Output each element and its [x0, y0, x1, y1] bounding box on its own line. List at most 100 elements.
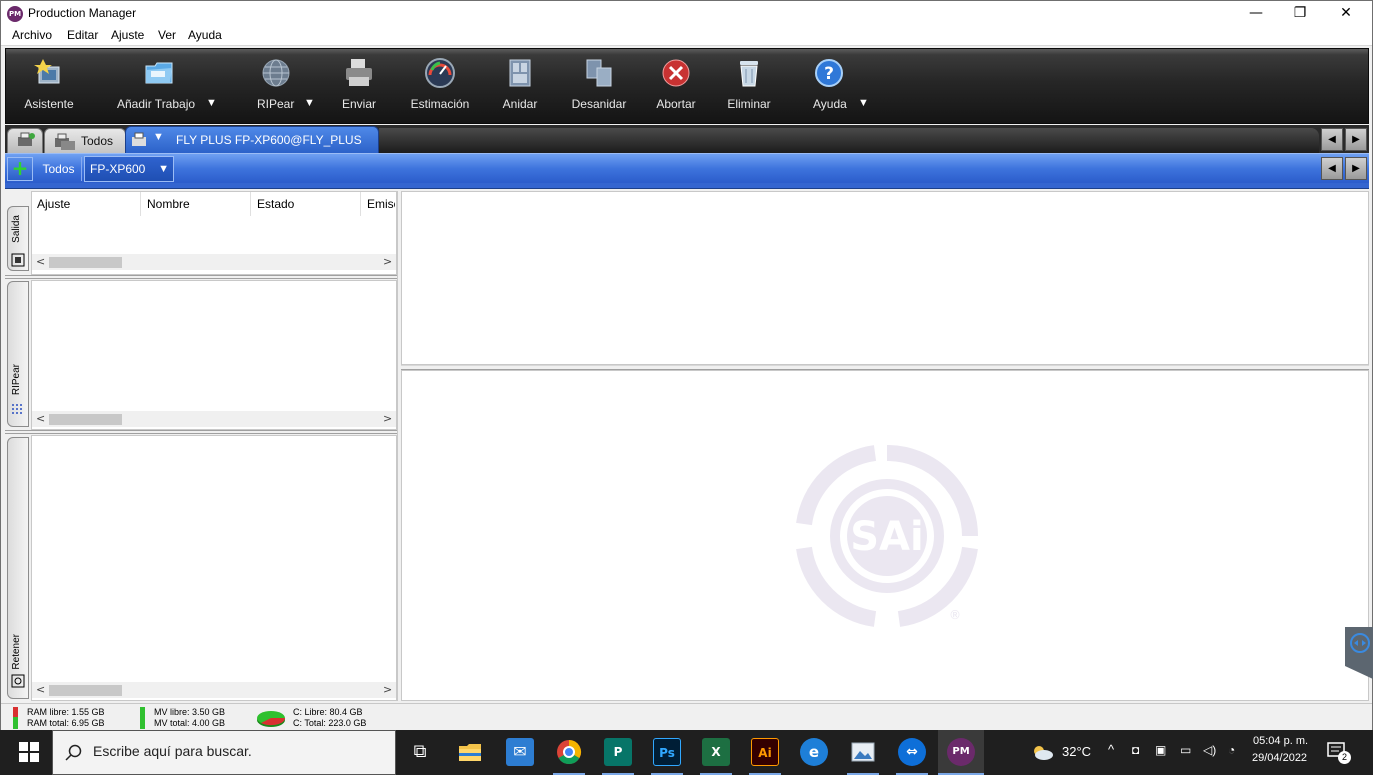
- ram-total-text: RAM total: 6.95 GB: [27, 718, 105, 728]
- search-icon: [65, 744, 82, 761]
- eliminar-button[interactable]: Eliminar: [718, 55, 780, 119]
- output-icon: [11, 253, 25, 267]
- teamviewer-icon[interactable]: ⇔: [898, 738, 926, 766]
- rip-dots-icon: [12, 404, 22, 414]
- folder-add-icon: [143, 57, 175, 89]
- windows-start-icon[interactable]: [19, 742, 39, 762]
- anadir-trabajo-button[interactable]: Añadir Trabajo ▼: [111, 55, 217, 119]
- side-tab-ripear[interactable]: RIPear: [7, 281, 29, 427]
- chrome-icon[interactable]: [555, 738, 583, 766]
- scrollbar-thumb[interactable]: [49, 257, 122, 268]
- scrollbar-thumb[interactable]: [49, 414, 122, 425]
- scroll-right-arrow[interactable]: >: [383, 412, 392, 425]
- chevron-down-icon[interactable]: ▼: [206, 97, 217, 109]
- column-ajuste[interactable]: Ajuste: [37, 197, 70, 211]
- column-estado[interactable]: Estado: [257, 197, 294, 211]
- pane-splitter[interactable]: [5, 430, 397, 434]
- printer-icon: [132, 132, 146, 146]
- taskbar-search-box[interactable]: Escribe aquí para buscar.: [52, 730, 396, 775]
- mv-usage-bar: [140, 707, 145, 729]
- menu-bar: Archivo Editar Ajuste Ver Ayuda: [1, 27, 1372, 46]
- anidar-button[interactable]: Anidar: [496, 55, 544, 119]
- edge-icon[interactable]: e: [800, 738, 828, 766]
- ripear-horizontal-scrollbar[interactable]: < >: [32, 411, 396, 427]
- tray-clock-time[interactable]: 05:04 p. m.: [1253, 735, 1308, 747]
- tray-wifi-icon[interactable]: ◔: [1228, 743, 1235, 757]
- app-icon: PM: [7, 6, 23, 22]
- publisher-icon[interactable]: P: [604, 738, 632, 766]
- ram-libre-text: RAM libre: 1.55 GB: [27, 707, 105, 717]
- file-explorer-icon[interactable]: [456, 738, 484, 766]
- tab-scroll-left-button[interactable]: ◀: [1321, 128, 1343, 151]
- filter-todos[interactable]: Todos: [36, 157, 82, 181]
- scroll-right-arrow[interactable]: >: [383, 255, 392, 268]
- filter-scroll-left-button[interactable]: ◀: [1321, 157, 1343, 180]
- pane-splitter[interactable]: [5, 275, 397, 279]
- tab-todos[interactable]: Todos: [44, 128, 126, 153]
- column-emision[interactable]: Emisc: [367, 197, 395, 211]
- tray-battery-icon[interactable]: ▭: [1180, 743, 1191, 757]
- menu-ver[interactable]: Ver: [158, 28, 176, 42]
- nest-icon: [504, 57, 536, 89]
- chevron-down-icon[interactable]: ▼: [153, 131, 164, 143]
- scroll-left-arrow[interactable]: <: [36, 255, 45, 268]
- task-view-icon[interactable]: ⧉: [406, 738, 434, 766]
- estimacion-button[interactable]: Estimación: [404, 55, 476, 119]
- chevron-down-icon: ▼: [158, 163, 169, 175]
- ayuda-button[interactable]: ? Ayuda ▼: [806, 55, 876, 119]
- side-tab-retener[interactable]: Retener: [7, 437, 29, 699]
- salida-pane: Ajuste Nombre Estado Emisc < >: [31, 191, 397, 275]
- desanidar-button[interactable]: Desanidar: [566, 55, 632, 119]
- photoshop-icon[interactable]: Ps: [653, 738, 681, 766]
- column-nombre[interactable]: Nombre: [147, 197, 190, 211]
- tray-network-icon[interactable]: ▣: [1155, 743, 1166, 757]
- status-bar: RAM libre: 1.55 GB RAM total: 6.95 GB MV…: [1, 703, 1372, 730]
- scroll-right-arrow[interactable]: >: [383, 683, 392, 696]
- filter-fp-xp600-dropdown[interactable]: FP-XP600 ▼: [84, 156, 174, 182]
- printer-settings-tab[interactable]: [7, 128, 43, 153]
- weather-cloud-icon[interactable]: [1030, 743, 1054, 761]
- tray-clock-date[interactable]: 29/04/2022: [1252, 752, 1307, 764]
- filter-scroll-right-button[interactable]: ▶: [1345, 157, 1367, 180]
- notification-center-button[interactable]: 2: [1327, 741, 1351, 764]
- photos-icon[interactable]: [849, 738, 877, 766]
- abortar-button[interactable]: Abortar: [650, 55, 702, 119]
- tab-fly-plus-printer[interactable]: ▼ FLY PLUS FP-XP600@FLY_PLUS: [125, 126, 379, 153]
- menu-ajuste[interactable]: Ajuste: [111, 28, 144, 42]
- scrollbar-thumb[interactable]: [49, 685, 122, 696]
- scroll-left-arrow[interactable]: <: [36, 412, 45, 425]
- production-manager-icon[interactable]: PM: [947, 738, 975, 766]
- wizard-icon: [33, 57, 65, 89]
- asistente-button[interactable]: Asistente: [14, 55, 84, 119]
- weather-temperature[interactable]: 32°C: [1062, 744, 1091, 759]
- close-button[interactable]: ✕: [1323, 1, 1369, 27]
- chevron-down-icon[interactable]: ▼: [304, 97, 315, 109]
- enviar-button[interactable]: Enviar: [331, 55, 387, 119]
- retener-horizontal-scrollbar[interactable]: < >: [32, 682, 396, 698]
- disk-libre-text: C: Libre: 80.4 GB: [293, 707, 363, 717]
- tray-volume-icon[interactable]: ◁): [1203, 743, 1216, 757]
- sai-logo-text: SAi: [850, 514, 923, 560]
- restore-button[interactable]: ❐: [1277, 1, 1323, 27]
- tray-meet-icon[interactable]: ◘: [1132, 743, 1139, 757]
- mv-libre-text: MV libre: 3.50 GB: [154, 707, 226, 717]
- unnest-icon: [583, 57, 615, 89]
- salida-horizontal-scrollbar[interactable]: < >: [32, 254, 396, 270]
- chevron-down-icon[interactable]: ▼: [858, 97, 869, 109]
- tab-scroll-right-button[interactable]: ▶: [1345, 128, 1367, 151]
- tab-strip-empty: [379, 128, 1319, 153]
- scroll-left-arrow[interactable]: <: [36, 683, 45, 696]
- side-tab-salida[interactable]: Salida: [7, 206, 29, 271]
- illustrator-icon[interactable]: Ai: [751, 738, 779, 766]
- minimize-button[interactable]: —: [1233, 1, 1279, 27]
- menu-editar[interactable]: Editar: [67, 28, 98, 42]
- add-filter-button[interactable]: +: [7, 157, 33, 181]
- preview-pane: SAi ®: [401, 370, 1369, 701]
- ripear-button[interactable]: RIPear ▼: [246, 55, 316, 119]
- tray-chevron-up-icon[interactable]: ^: [1108, 742, 1114, 757]
- excel-icon[interactable]: X: [702, 738, 730, 766]
- filter-bar: + Todos FP-XP600 ▼ ◀ ▶: [5, 153, 1369, 183]
- menu-archivo[interactable]: Archivo: [12, 28, 52, 42]
- mail-icon[interactable]: ✉: [506, 738, 534, 766]
- menu-ayuda[interactable]: Ayuda: [188, 28, 222, 42]
